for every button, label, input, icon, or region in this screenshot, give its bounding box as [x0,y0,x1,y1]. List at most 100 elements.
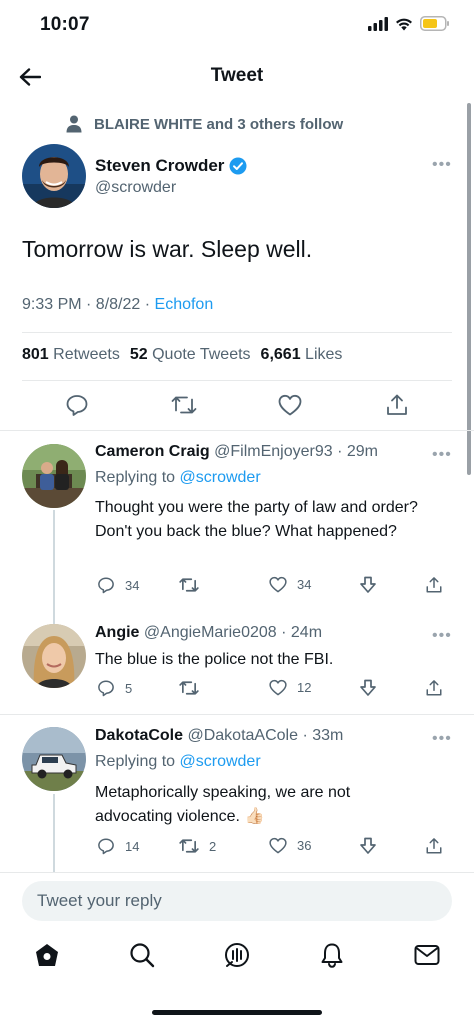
tweet-meta: 9:33 PM · 8/8/22 · Echofon [22,296,213,314]
notifications-icon [321,943,343,968]
share-button[interactable] [425,837,443,855]
status-bar: 10:07 [0,0,474,50]
like-count: 36 [297,838,312,853]
reply-author-handle[interactable]: @DakotaACole · 33m [187,727,343,744]
more-options-icon[interactable]: ••• [432,156,452,174]
share-icon [387,394,407,415]
reply-avatar[interactable] [22,444,86,508]
reply-icon [98,680,114,697]
retweet-count: 2 [209,838,217,854]
likes-stat[interactable]: 6,661 Likes [261,346,343,364]
reply-author-name[interactable]: Angie [95,624,139,641]
retweet-button[interactable] [179,576,209,594]
more-options-icon[interactable]: ••• [432,627,452,645]
reply-header: DakotaCole @DakotaACole · 33m [95,727,343,745]
downvote-button[interactable] [359,679,377,697]
like-button[interactable] [277,392,303,418]
author-handle[interactable]: @scrowder [95,179,176,197]
signal-icon [368,16,388,31]
divider [0,714,474,715]
reply-author-handle[interactable]: @FilmEnjoyer93 · 29m [214,443,378,460]
reply-input-placeholder: Tweet your reply [37,891,162,910]
reply-avatar[interactable] [22,727,86,791]
reply-button[interactable] [64,392,90,418]
retweet-icon [171,396,197,414]
tweet-stats: 801 Retweets 52 Quote Tweets 6,661 Likes [22,346,352,364]
replying-to-mention[interactable]: @scrowder [180,469,261,486]
divider [0,872,474,873]
person-icon [66,115,82,133]
like-icon [269,837,287,854]
downvote-icon [360,837,376,854]
reply-author-handle[interactable]: @AngieMarie0208 · 24m [144,624,322,641]
share-button[interactable] [425,679,443,697]
reply-actions: 5 12 [95,679,450,701]
reply-count: 5 [125,680,133,696]
reply-input[interactable]: Tweet your reply [22,881,452,921]
bottom-tab-bar [0,935,474,985]
retweet-button[interactable] [179,679,209,697]
more-options-icon[interactable]: ••• [432,730,452,748]
thumbs-up-emoji: 👍🏻 [244,808,265,825]
share-button[interactable] [384,392,410,418]
reply-icon [98,838,114,855]
reply-button[interactable]: 14 [97,837,139,855]
reply-header: Angie @AngieMarie0208 · 24m [95,624,322,642]
tab-spaces[interactable] [223,941,251,969]
tweet-actions [0,392,474,422]
retweet-icon [179,578,199,592]
like-count: 12 [297,680,312,695]
thread-line [53,794,55,872]
reply-button[interactable]: 5 [97,679,132,697]
author-avatar[interactable] [22,144,86,208]
tab-notifications[interactable] [318,941,346,969]
retweets-stat[interactable]: 801 Retweets [22,346,120,364]
reply-actions: 34 34 [95,576,450,598]
reply-actions: 14 2 36 [95,837,450,859]
replying-to: Replying to @scrowder [95,753,261,770]
tweet-source-link[interactable]: Echofon [155,296,214,313]
status-time: 10:07 [40,14,90,35]
divider [22,332,452,333]
downvote-button[interactable] [359,576,377,594]
author-row: Steven Crowder @scrowder ••• [22,144,452,210]
tab-home[interactable] [33,941,61,969]
reply-text: Thought you were the party of law and or… [95,499,418,540]
more-options-icon[interactable]: ••• [432,446,452,464]
tweet-timestamp: 9:33 PM · 8/8/22 · [22,296,155,313]
share-icon [426,680,442,696]
home-indicator[interactable] [152,1010,322,1015]
home-icon [36,944,58,966]
tab-search[interactable] [128,941,156,969]
quote-tweets-stat[interactable]: 52 Quote Tweets [130,346,251,364]
reply-button[interactable]: 34 [97,576,139,594]
page-title: Tweet [210,65,264,86]
like-button[interactable]: 36 [269,837,311,854]
reply-icon [66,395,88,416]
share-icon [426,577,442,593]
downvote-button[interactable] [359,837,377,855]
divider [22,380,452,381]
replying-to: Replying to @scrowder [95,469,261,486]
share-button[interactable] [425,576,443,594]
status-icons [368,16,450,31]
like-button[interactable]: 12 [269,679,311,696]
search-icon [130,943,155,968]
reply-header: Cameron Craig @FilmEnjoyer93 · 29m [95,443,378,461]
author-name[interactable]: Steven Crowder [95,156,247,176]
retweet-button[interactable]: 2 [179,837,216,855]
wifi-icon [396,18,412,30]
replying-to-mention[interactable]: @scrowder [180,753,261,770]
reply-author-name[interactable]: DakotaCole [95,727,183,744]
downvote-icon [360,679,376,696]
tweet-text: Tomorrow is war. Sleep well. [22,236,313,262]
reply-text: The blue is the police not the FBI. [95,651,334,668]
like-button[interactable]: 34 [269,576,311,593]
social-context[interactable]: BLAIRE WHITE and 3 others follow [66,115,343,133]
reply-avatar[interactable] [22,624,86,688]
like-count: 34 [297,577,312,592]
tab-messages[interactable] [413,941,441,969]
reply-author-name[interactable]: Cameron Craig [95,443,210,460]
reply-count: 14 [125,838,140,854]
retweet-button[interactable] [171,392,197,418]
